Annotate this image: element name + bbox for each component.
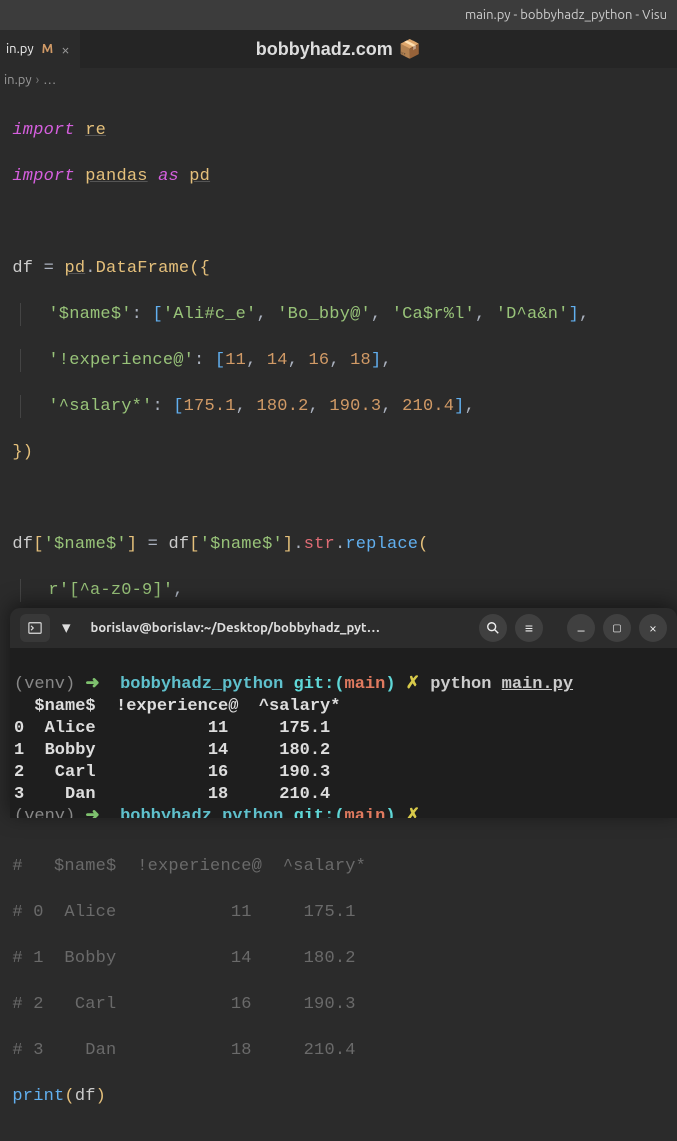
- maximize-icon: ▢: [612, 622, 621, 634]
- tab-main-py[interactable]: in.py M ×: [0, 30, 80, 68]
- search-icon: [486, 621, 500, 635]
- close-button[interactable]: ×: [639, 614, 667, 642]
- close-icon: ×: [649, 620, 657, 636]
- terminal-body[interactable]: (venv) ➜ bobbyhadz_python git:(main) ✗ p…: [10, 648, 677, 818]
- menu-button[interactable]: ≡: [515, 614, 543, 642]
- close-icon[interactable]: ×: [61, 41, 69, 58]
- tab-bar: in.py M × bobbyhadz.com 📦: [0, 30, 677, 68]
- breadcrumb[interactable]: in.py › …: [0, 68, 677, 92]
- terminal-window: ▾ borislav@borislav:~/Desktop/bobbyhadz_…: [10, 608, 677, 818]
- terminal-tab[interactable]: [20, 614, 50, 642]
- chevron-down-icon[interactable]: ▾: [58, 618, 75, 638]
- minimize-button[interactable]: _: [567, 614, 595, 642]
- watermark: bobbyhadz.com 📦: [256, 39, 421, 60]
- breadcrumb-more[interactable]: …: [43, 73, 56, 87]
- tab-label: in.py: [6, 42, 34, 56]
- window-title: main.py - bobbyhadz_python - Visu: [465, 8, 667, 22]
- menu-icon: ≡: [525, 620, 533, 636]
- breadcrumb-file[interactable]: in.py: [4, 73, 32, 87]
- minimize-icon: _: [578, 616, 585, 632]
- search-button[interactable]: [479, 614, 507, 642]
- tab-modified-badge: M: [42, 42, 54, 56]
- terminal-header: ▾ borislav@borislav:~/Desktop/bobbyhadz_…: [10, 608, 677, 648]
- maximize-button[interactable]: ▢: [603, 614, 631, 642]
- terminal-icon: [28, 621, 42, 635]
- terminal-title: borislav@borislav:~/Desktop/bobbyhadz_py…: [91, 621, 471, 635]
- chevron-right-icon: ›: [36, 73, 40, 87]
- window-titlebar: main.py - bobbyhadz_python - Visu: [0, 0, 677, 30]
- cube-icon: 📦: [399, 39, 421, 60]
